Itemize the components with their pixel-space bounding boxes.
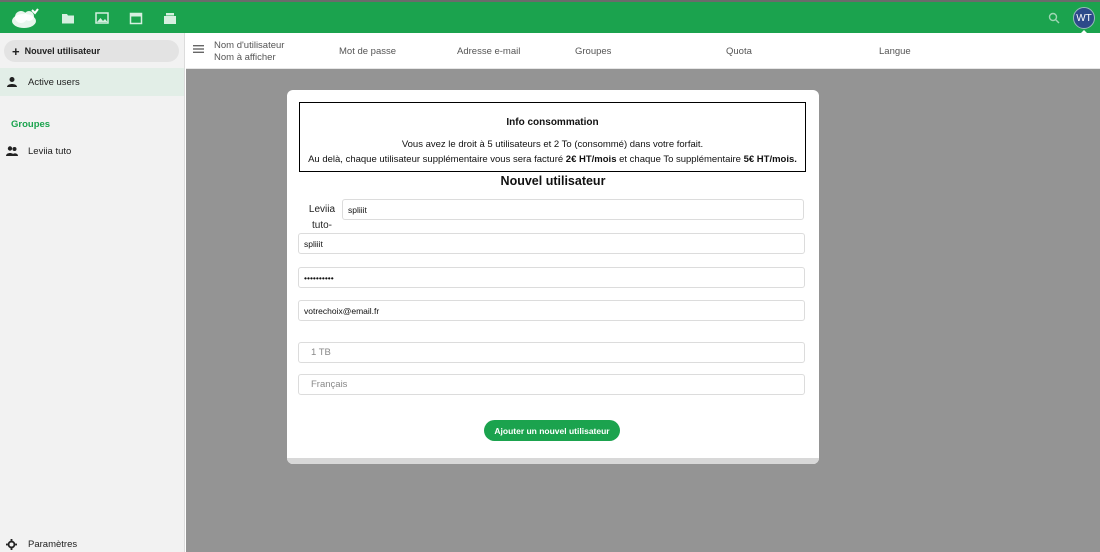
calendar-icon[interactable] — [129, 11, 143, 25]
sidebar: + Nouvel utilisateur Active users Groupe… — [0, 33, 185, 552]
column-displayname-label: Nom à afficher — [214, 52, 276, 63]
info-line-2-text: et chaque To supplémentaire — [616, 154, 744, 165]
column-username: Nom d'utilisateur Nom à afficher — [214, 40, 284, 64]
language-placeholder: Français — [311, 379, 348, 390]
plus-icon: + — [12, 43, 20, 59]
username-value: spliiit — [348, 204, 367, 215]
files-icon[interactable] — [61, 11, 75, 25]
sidebar-item-label: Leviia tuto — [28, 145, 72, 157]
user-icon — [7, 77, 17, 87]
new-user-button[interactable]: + Nouvel utilisateur — [4, 40, 179, 62]
settings-button[interactable]: Paramètres — [6, 536, 77, 552]
add-new-user-button[interactable]: Ajouter un nouvel utilisateur — [484, 420, 620, 441]
language-select[interactable]: Français — [298, 374, 805, 395]
column-quota: Quota — [726, 46, 752, 57]
column-language: Langue — [879, 46, 911, 57]
username-field[interactable]: spliiit — [342, 199, 804, 220]
column-username-label: Nom d'utilisateur — [214, 40, 285, 51]
users-table-header: Nom d'utilisateur Nom à afficher Mot de … — [186, 33, 1100, 69]
settings-label: Paramètres — [28, 538, 78, 550]
group-icon — [6, 146, 18, 156]
email-field[interactable]: votrechoix@email.fr — [298, 300, 805, 321]
modal-title: Nouvel utilisateur — [500, 174, 606, 188]
display-name-field[interactable]: spliiit — [298, 233, 805, 254]
email-value: votrechoix@email.fr — [304, 305, 380, 316]
user-avatar[interactable]: WT — [1073, 7, 1095, 29]
info-line-2-text: Au delà, chaque utilisateur supplémentai… — [308, 154, 566, 165]
info-user-price: 2€ HT/mois — [565, 154, 617, 165]
cloud-logo-icon[interactable] — [10, 7, 40, 29]
gear-icon — [6, 538, 17, 550]
avatar-initials: WT — [1076, 12, 1092, 24]
column-groups: Groupes — [575, 46, 612, 57]
sidebar-item-label: Active users — [28, 76, 80, 88]
column-password: Mot de passe — [339, 46, 397, 57]
column-email: Adresse e-mail — [457, 46, 521, 57]
quota-select[interactable]: 1 TB — [298, 342, 805, 363]
groups-caption: Groupes — [11, 119, 51, 130]
display-name-value: spliiit — [304, 238, 323, 249]
info-line-1: Vous avez le droit à 5 utilisateurs et 2… — [401, 139, 704, 150]
password-field[interactable]: •••••••••• — [298, 267, 805, 288]
deck-icon[interactable] — [163, 11, 177, 25]
top-bar: WT — [0, 0, 1100, 35]
info-line-2: Au delà, chaque utilisateur supplémentai… — [300, 154, 805, 165]
modal-scrollbar[interactable] — [287, 458, 819, 464]
search-icon[interactable] — [1048, 12, 1060, 24]
group-prefix-label: Leviia tuto- — [308, 204, 336, 231]
info-title: Info consommation — [506, 117, 599, 128]
consumption-info-box: Info consommation Vous avez le droit à 5… — [299, 102, 806, 172]
photos-icon[interactable] — [95, 11, 109, 25]
sidebar-item-active-users[interactable]: Active users — [0, 68, 184, 96]
new-user-modal: Info consommation Vous avez le droit à 5… — [287, 90, 819, 464]
new-user-label: Nouvel utilisateur — [24, 46, 101, 56]
quota-placeholder: 1 TB — [311, 347, 331, 358]
add-new-user-label: Ajouter un nouvel utilisateur — [494, 425, 610, 436]
hamburger-menu-icon[interactable] — [193, 44, 204, 54]
sidebar-item-group-leviia-tuto[interactable]: Leviia tuto — [0, 137, 184, 165]
password-value: •••••••••• — [304, 272, 334, 283]
info-storage-price: 5€ HT/mois. — [743, 154, 797, 165]
